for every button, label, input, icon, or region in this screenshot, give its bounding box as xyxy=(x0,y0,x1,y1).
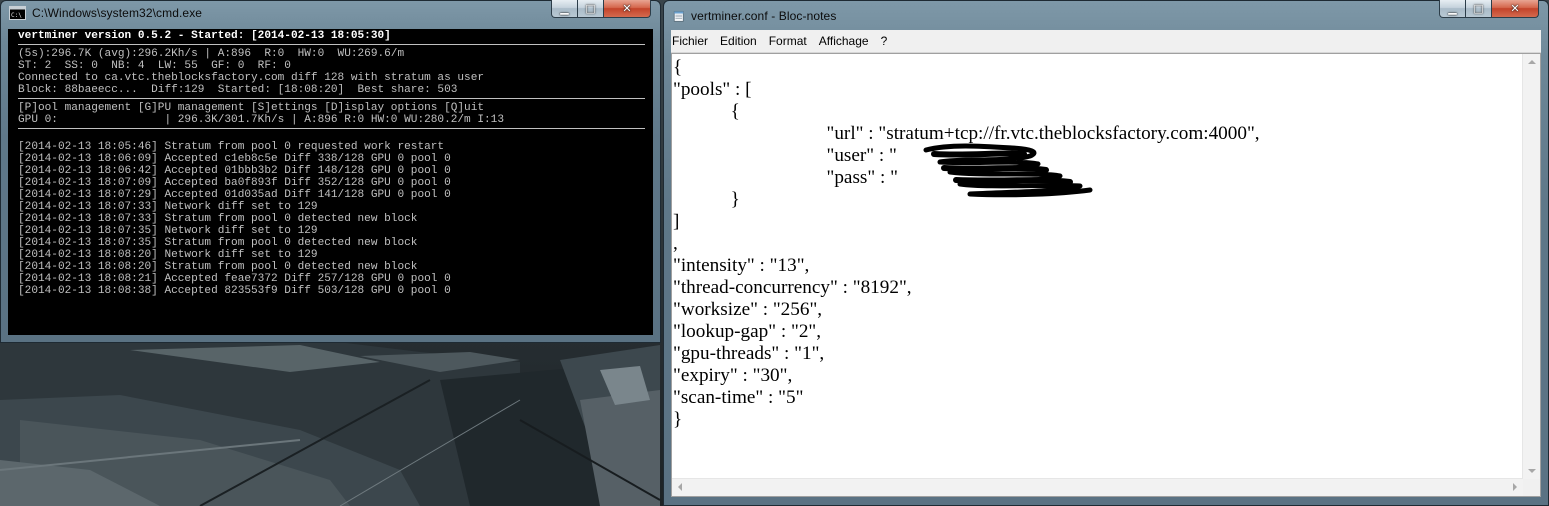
size-grip[interactable] xyxy=(1523,479,1540,496)
notepad-caption-buttons: ▁ □ ✕ xyxy=(1439,0,1539,18)
status-line: Connected to ca.vtc.theblocksfactory.com… xyxy=(18,72,485,84)
horizontal-scrollbar[interactable] xyxy=(672,478,1523,496)
notepad-text-area[interactable]: { "pools" : [ { "url" : "stratum+tcp://f… xyxy=(671,53,1541,497)
config-line: ] xyxy=(673,211,680,232)
config-line: "thread-concurrency" : "8192", xyxy=(673,277,912,298)
log-line: [2014-02-13 18:07:35] Network diff set t… xyxy=(18,225,318,237)
notepad-menubar: Fichier Edition Format Affichage ? xyxy=(671,30,1541,53)
config-line: "lookup-gap" : "2", xyxy=(673,321,822,342)
log-line: [2014-02-13 18:08:20] Stratum from pool … xyxy=(18,261,418,273)
console-output[interactable]: vertminer version 0.5.2 - Started: [2014… xyxy=(8,29,653,335)
status-line: ST: 2 SS: 0 NB: 4 LW: 55 GF: 0 RF: 0 xyxy=(18,60,291,72)
config-line: "expiry" : "30", xyxy=(673,365,793,386)
notepad-window[interactable]: vertminer.conf - Bloc-notes ▁ □ ✕ Fichie… xyxy=(663,0,1549,506)
log-line: [2014-02-13 18:08:38] Accepted 823553f9 … xyxy=(18,285,451,297)
notepad-minimize-button[interactable]: ▁ xyxy=(1439,0,1466,18)
vertical-scrollbar[interactable] xyxy=(1522,54,1540,479)
status-line: (5s):296.7K (avg):296.2Kh/s | A:896 R:0 … xyxy=(18,48,405,60)
scroll-left-arrow-icon[interactable] xyxy=(678,483,682,491)
console-separator xyxy=(18,44,645,45)
scroll-up-arrow-icon[interactable] xyxy=(1528,60,1536,64)
config-line: "gpu-threads" : "1", xyxy=(673,343,825,364)
gpu-status-line: GPU 0: | 296.3K/301.7Kh/s | A:896 R:0 HW… xyxy=(18,114,504,126)
notepad-window-title: vertminer.conf - Bloc-notes xyxy=(691,9,837,23)
notepad-app-icon xyxy=(673,11,684,22)
notepad-close-button[interactable]: ✕ xyxy=(1492,0,1539,18)
cmd-titlebar[interactable]: C:\ C:\Windows\system32\cmd.exe ▁ □ ✕ xyxy=(0,0,661,26)
log-line: [2014-02-13 18:05:46] Stratum from pool … xyxy=(18,141,445,153)
cmd-close-button[interactable]: ✕ xyxy=(604,0,651,18)
scroll-down-arrow-icon[interactable] xyxy=(1528,469,1536,473)
log-line: [2014-02-13 18:07:33] Stratum from pool … xyxy=(18,213,418,225)
log-line: [2014-02-13 18:07:33] Network diff set t… xyxy=(18,201,318,213)
log-line: [2014-02-13 18:08:21] Accepted feae7372 … xyxy=(18,273,451,285)
config-line: } xyxy=(673,409,683,430)
maximize-icon: □ xyxy=(585,2,596,15)
cmd-caption-buttons: ▁ □ ✕ xyxy=(551,0,651,18)
menu-edition[interactable]: Edition xyxy=(714,34,763,48)
config-line: { xyxy=(673,57,683,78)
close-icon: ✕ xyxy=(622,2,632,15)
close-icon: ✕ xyxy=(1510,2,1520,15)
menu-fichier[interactable]: Fichier xyxy=(671,34,714,48)
status-line: Block: 88baeecc... Diff:129 Started: [18… xyxy=(18,84,458,96)
minimize-icon: ▁ xyxy=(560,2,569,15)
log-line: [2014-02-13 18:07:29] Accepted 01d035ad … xyxy=(18,189,451,201)
svg-text:C:\: C:\ xyxy=(11,12,22,19)
config-line: "scan-time" : "5" xyxy=(673,387,804,408)
menu-format[interactable]: Format xyxy=(763,34,813,48)
log-line: [2014-02-13 18:06:09] Accepted c1eb8c5e … xyxy=(18,153,451,165)
config-line: "intensity" : "13", xyxy=(673,255,810,276)
log-line: [2014-02-13 18:06:42] Accepted 01bbb3b2 … xyxy=(18,165,451,177)
scroll-right-arrow-icon[interactable] xyxy=(1513,483,1517,491)
config-line: "pools" : [ xyxy=(673,79,752,100)
redaction-scribble xyxy=(923,143,1093,198)
miner-menu-line: [P]ool management [G]PU management [S]et… xyxy=(18,102,485,114)
maximize-icon: □ xyxy=(1473,2,1484,15)
cmd-minimize-button[interactable]: ▁ xyxy=(551,0,578,18)
config-line: { xyxy=(673,101,740,122)
notepad-maximize-button[interactable]: □ xyxy=(1466,0,1492,18)
console-separator xyxy=(18,98,645,99)
minimize-icon: ▁ xyxy=(1448,2,1457,15)
config-line: "worksize" : "256", xyxy=(673,299,823,320)
notepad-titlebar[interactable]: vertminer.conf - Bloc-notes ▁ □ ✕ xyxy=(663,0,1549,26)
menu-help[interactable]: ? xyxy=(875,34,894,48)
log-line: [2014-02-13 18:07:09] Accepted ba0f893f … xyxy=(18,177,451,189)
console-text: vertminer version 0.5.2 - Started: [2014… xyxy=(18,30,645,297)
console-separator xyxy=(18,128,645,129)
cmd-window[interactable]: C:\ C:\Windows\system32\cmd.exe ▁ □ ✕ ve… xyxy=(0,0,661,343)
miner-version-header: vertminer version 0.5.2 - Started: [2014… xyxy=(18,30,391,42)
cmd-app-icon: C:\ xyxy=(9,6,26,20)
cmd-window-title: C:\Windows\system32\cmd.exe xyxy=(32,6,203,20)
log-line: [2014-02-13 18:07:35] Stratum from pool … xyxy=(18,237,418,249)
menu-affichage[interactable]: Affichage xyxy=(813,34,875,48)
cmd-maximize-button[interactable]: □ xyxy=(578,0,604,18)
config-line: , xyxy=(673,233,678,254)
log-line: [2014-02-13 18:08:20] Network diff set t… xyxy=(18,249,318,261)
config-file-content: { "pools" : [ { "url" : "stratum+tcp://f… xyxy=(673,57,1520,431)
